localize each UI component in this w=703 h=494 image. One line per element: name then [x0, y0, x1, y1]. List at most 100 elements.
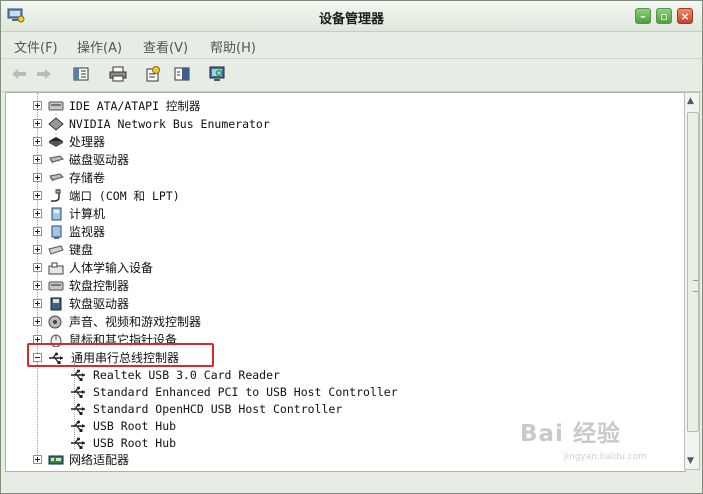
- show-hide-console-tree-icon: [73, 67, 89, 81]
- tree-item-keyboard[interactable]: 键盘: [33, 241, 93, 258]
- tree-item-floppy-drive[interactable]: 软盘驱动器: [33, 295, 129, 312]
- tree-item-disk-drive[interactable]: 磁盘驱动器: [33, 151, 129, 168]
- tree-item-ports[interactable]: 端口 (COM 和 LPT): [33, 187, 180, 204]
- expand-icon[interactable]: [33, 155, 42, 164]
- toolbar: [1, 59, 702, 92]
- tree-child-usb-device[interactable]: USB Root Hub: [70, 434, 176, 451]
- tree-item-sound[interactable]: 声音、视频和游戏控制器: [33, 313, 201, 330]
- watermark-text: Bai 经验: [520, 421, 621, 447]
- scroll-up-icon[interactable]: ▲: [687, 96, 694, 106]
- tree-item-network-adapter[interactable]: 网络适配器: [33, 451, 129, 468]
- print-icon: [109, 66, 127, 82]
- expand-icon[interactable]: [33, 101, 42, 110]
- floppy-controller-icon: [48, 279, 64, 293]
- forward-button[interactable]: [34, 65, 54, 83]
- maximize-button[interactable]: ▫: [656, 8, 672, 24]
- tree-child-usb-device[interactable]: Standard Enhanced PCI to USB Host Contro…: [70, 383, 398, 400]
- menu-file[interactable]: 文件(F): [14, 37, 58, 56]
- properties-button[interactable]: [143, 65, 163, 83]
- expand-icon[interactable]: [33, 209, 42, 218]
- ide-controller-icon: [48, 99, 64, 113]
- properties-icon: [146, 66, 160, 82]
- tree-item-label: 软盘驱动器: [69, 297, 130, 311]
- tree-item-label: USB Root Hub: [93, 418, 177, 433]
- tree-child-usb-device[interactable]: Realtek USB 3.0 Card Reader: [70, 366, 280, 383]
- expand-icon[interactable]: [33, 227, 42, 236]
- menu-action[interactable]: 操作(A): [77, 37, 122, 56]
- tree-item-monitor[interactable]: 监视器: [33, 223, 105, 240]
- expand-icon[interactable]: [33, 455, 42, 464]
- network-bus-icon: [48, 116, 64, 131]
- usb-icon: [70, 419, 88, 433]
- expand-icon[interactable]: [33, 173, 42, 182]
- window-title: 设备管理器: [318, 12, 384, 27]
- print-button[interactable]: [108, 65, 128, 83]
- help-icon: [174, 67, 190, 81]
- tree-item-label: 声音、视频和游戏控制器: [69, 315, 202, 329]
- floppy-drive-icon: [48, 297, 64, 311]
- minimize-icon: –: [640, 9, 646, 23]
- tree-item-label: NVIDIA Network Bus Enumerator: [69, 116, 270, 131]
- processor-icon: [48, 135, 64, 149]
- expand-icon[interactable]: [33, 191, 42, 200]
- tree-item-label: 监视器: [69, 225, 106, 239]
- tree-item-label: Standard OpenHCD USB Host Controller: [93, 401, 343, 416]
- tree-item-label: 处理器: [69, 135, 106, 149]
- expand-icon[interactable]: [33, 281, 42, 290]
- usb-icon: [70, 385, 88, 399]
- disk-drive-icon: [48, 153, 64, 167]
- computer-icon: [48, 207, 64, 221]
- usb-highlight-box: [27, 343, 214, 367]
- minimize-button[interactable]: –: [635, 8, 651, 24]
- menu-help[interactable]: 帮助(H): [210, 37, 256, 56]
- scroll-down-icon[interactable]: ▼: [687, 456, 694, 466]
- network-adapter-icon: [48, 453, 64, 467]
- tree-item-ide[interactable]: IDE ATA/ATAPI 控制器: [33, 97, 200, 114]
- tree-item-label: 计算机: [69, 207, 106, 221]
- expand-icon[interactable]: [33, 317, 42, 326]
- tree-item-label: 存储卷: [69, 171, 106, 185]
- tree-item-label: Realtek USB 3.0 Card Reader: [93, 367, 280, 382]
- menu-bar: 文件(F) 操作(A) 查看(V) 帮助(H): [1, 32, 702, 59]
- device-manager-window: 设备管理器 – ▫ × 文件(F) 操作(A) 查看(V) 帮助(H) IDE …: [0, 0, 703, 494]
- tree-child-usb-device[interactable]: USB Root Hub: [70, 417, 176, 434]
- tree-item-computer[interactable]: 计算机: [33, 205, 105, 222]
- usb-icon: [70, 402, 88, 416]
- back-button[interactable]: [9, 65, 29, 83]
- port-icon: [48, 188, 64, 203]
- scan-hardware-button[interactable]: [207, 65, 227, 83]
- tree-item-storage-volume[interactable]: 存储卷: [33, 169, 105, 186]
- expand-icon[interactable]: [33, 245, 42, 254]
- baidu-jingyan-watermark: Bai 经验 jingyan.baidu.com: [520, 414, 685, 471]
- tree-item-label: 磁盘驱动器: [69, 153, 130, 167]
- back-icon: [12, 69, 26, 79]
- usb-icon: [70, 368, 88, 382]
- tree-item-processor[interactable]: 处理器: [33, 133, 105, 150]
- expand-icon[interactable]: [33, 119, 42, 128]
- tree-item-floppy-controller[interactable]: 软盘控制器: [33, 277, 129, 294]
- tree-item-hid[interactable]: 人体学输入设备: [33, 259, 153, 276]
- tree-item-label: 键盘: [69, 243, 94, 257]
- menu-view[interactable]: 查看(V): [143, 37, 188, 56]
- tree-item-nvidia-bus[interactable]: NVIDIA Network Bus Enumerator: [33, 115, 270, 132]
- vertical-scrollbar[interactable]: ▲ ▼: [684, 92, 700, 470]
- title-bar[interactable]: 设备管理器 – ▫ ×: [1, 1, 702, 32]
- tree-item-label: 网络适配器: [69, 453, 130, 467]
- expand-icon[interactable]: [33, 299, 42, 308]
- tree-item-label: 软盘控制器: [69, 279, 130, 293]
- close-button[interactable]: ×: [677, 8, 693, 24]
- device-tree-panel[interactable]: IDE ATA/ATAPI 控制器 NVIDIA Network Bus Enu…: [5, 92, 686, 472]
- scroll-thumb[interactable]: [687, 112, 699, 432]
- close-icon: ×: [680, 9, 690, 23]
- help-button[interactable]: [172, 65, 192, 83]
- expand-icon[interactable]: [33, 137, 42, 146]
- show-hide-tree-button[interactable]: [71, 65, 91, 83]
- tree-child-usb-device[interactable]: Standard OpenHCD USB Host Controller: [70, 400, 342, 417]
- watermark-url: jingyan.baidu.com: [564, 452, 648, 462]
- scan-hardware-icon: [209, 66, 225, 81]
- storage-volume-icon: [48, 171, 64, 185]
- tree-item-label: Standard Enhanced PCI to USB Host Contro…: [93, 384, 398, 399]
- expand-icon[interactable]: [33, 263, 42, 272]
- sound-icon: [48, 315, 64, 329]
- grip-icon: [693, 280, 698, 292]
